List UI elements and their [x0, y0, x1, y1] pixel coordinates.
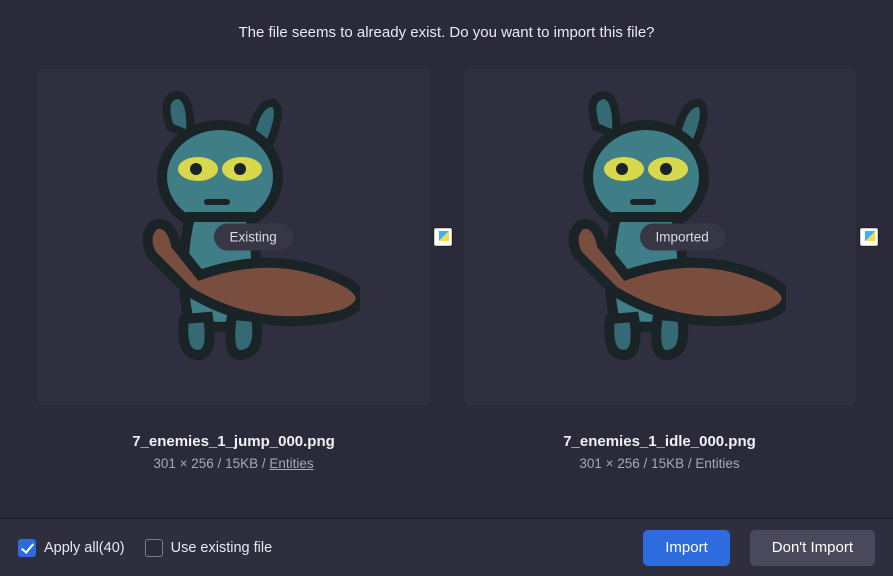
imported-category: Entities	[695, 456, 739, 471]
apply-all-input[interactable]	[18, 539, 36, 557]
imported-badge: Imported	[640, 224, 725, 251]
existing-category-link[interactable]: Entities	[269, 456, 313, 471]
use-existing-label: Use existing file	[171, 540, 273, 556]
import-conflict-dialog: The file seems to already exist. Do you …	[0, 0, 893, 576]
imported-size: 15KB	[651, 456, 684, 471]
file-type-icon	[860, 228, 878, 246]
apply-all-checkbox[interactable]: Apply all(40)	[18, 539, 125, 557]
compare-row: Existing 7_enemies_1_jump_000.png 301 × …	[0, 61, 893, 518]
existing-dims: 301 × 256	[153, 456, 213, 471]
file-type-icon	[434, 228, 452, 246]
imported-meta: 301 × 256 / 15KB / Entities	[579, 456, 739, 471]
dont-import-button[interactable]: Don't Import	[750, 530, 875, 566]
existing-thumbnail: Existing	[38, 69, 430, 405]
imported-thumbnail: Imported	[464, 69, 856, 405]
imported-card: Imported 7_enemies_1_idle_000.png 301 × …	[455, 69, 865, 518]
use-existing-checkbox[interactable]: Use existing file	[145, 539, 273, 557]
use-existing-input[interactable]	[145, 539, 163, 557]
imported-filename: 7_enemies_1_idle_000.png	[563, 433, 756, 450]
imported-dims: 301 × 256	[579, 456, 639, 471]
existing-badge: Existing	[214, 224, 293, 251]
existing-card: Existing 7_enemies_1_jump_000.png 301 × …	[29, 69, 439, 518]
apply-all-label: Apply all(40)	[44, 540, 125, 556]
existing-meta: 301 × 256 / 15KB / Entities	[153, 456, 313, 471]
dialog-footer: Apply all(40) Use existing file Import D…	[0, 518, 893, 576]
existing-filename: 7_enemies_1_jump_000.png	[132, 433, 335, 450]
existing-size: 15KB	[225, 456, 258, 471]
import-button[interactable]: Import	[643, 530, 730, 566]
dialog-message: The file seems to already exist. Do you …	[0, 0, 893, 61]
